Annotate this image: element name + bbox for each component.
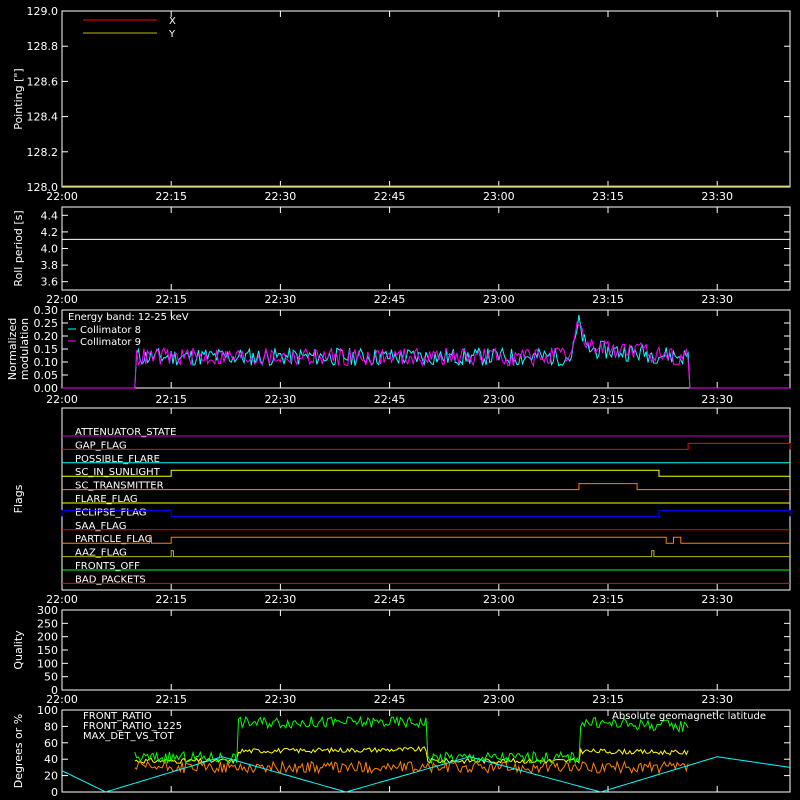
- legend-collimator-8: Collimator 8: [80, 325, 141, 336]
- y-tick-label: 80: [44, 720, 58, 733]
- x-tick-label: 23:30: [701, 190, 733, 203]
- y-tick-label: 128.2: [27, 146, 59, 159]
- legend-geomagnetic-latitude: Absolute geomagnetic latitude: [612, 711, 766, 722]
- y-tick-label: 60: [44, 737, 58, 750]
- x-tick-label: 23:00: [483, 693, 515, 706]
- y-tick-label: 129.0: [27, 5, 59, 18]
- y-tick-label: 40: [44, 753, 58, 766]
- x-tick-label: 23:30: [701, 693, 733, 706]
- y-axis-label: Quality: [12, 630, 25, 670]
- y-tick-label: 20: [44, 770, 58, 783]
- y-tick-label: 0: [51, 786, 58, 799]
- x-tick-label: 22:15: [155, 293, 187, 306]
- y-tick-label: 100: [37, 657, 58, 670]
- x-tick-label: 22:30: [265, 393, 297, 406]
- series-max-det-vs-tot: [134, 760, 689, 775]
- legend-label-x: X: [169, 16, 176, 27]
- y-tick-label: 3.6: [41, 276, 59, 289]
- x-tick-label: 23:15: [592, 393, 624, 406]
- x-tick-label: 23:30: [701, 593, 733, 606]
- modulation-collimator-8: [62, 314, 790, 389]
- y-tick-label: 0.00: [34, 382, 59, 395]
- x-tick-label: 23:15: [592, 293, 624, 306]
- panel-frame: [61, 206, 791, 291]
- flag-line-aaz-flag: [62, 550, 790, 558]
- y-tick-label: 0.25: [34, 317, 59, 330]
- flag-line-eclipse-flag: [61, 509, 791, 517]
- x-tick-label: 22:15: [155, 393, 187, 406]
- y-axis-label: Degrees or %: [12, 714, 25, 788]
- y-tick-label: 0.10: [34, 356, 59, 369]
- y-axis-label: Pointing ["]: [12, 68, 25, 129]
- y-tick-label: 3.8: [41, 259, 59, 272]
- y-tick-label: 0.05: [34, 369, 59, 382]
- y-tick-label: 4.0: [41, 243, 59, 256]
- x-tick-label: 22:45: [374, 593, 406, 606]
- x-tick-label: 22:45: [374, 393, 406, 406]
- x-tick-label: 23:30: [701, 393, 733, 406]
- y-tick-label: 100: [37, 704, 58, 717]
- quicklook-chart: 22:00 22:15 22:30 22:45 23:00 23:15 23:30Point…: [6, 5, 791, 799]
- y-tick-label: 4.4: [41, 209, 59, 222]
- x-tick-label: 22:30: [265, 293, 297, 306]
- x-tick-label: 23:00: [483, 593, 515, 606]
- flag-label-eclipse-flag: ECLIPSE_FLAG: [75, 507, 146, 518]
- y-tick-label: 300: [37, 604, 58, 617]
- x-tick-label: 22:30: [265, 693, 297, 706]
- energy-band-annotation: Energy band: 12-25 keV: [68, 312, 189, 323]
- y-tick-label: 4.2: [41, 226, 59, 239]
- x-tick-label: 22:45: [374, 293, 406, 306]
- x-tick-label: 22:15: [155, 190, 187, 203]
- panel-frame: [61, 609, 791, 691]
- y-tick-label: 128.0: [27, 181, 59, 194]
- y-tick-label: 50: [44, 671, 58, 684]
- flag-line-gap-flag: [62, 442, 791, 450]
- x-tick-label: 23:15: [592, 593, 624, 606]
- x-tick-label: 23:00: [483, 190, 515, 203]
- legend-label-y: Y: [168, 29, 176, 40]
- x-tick-label: 22:45: [374, 190, 406, 203]
- legend-collimator-9: Collimator 9: [80, 337, 141, 348]
- y-tick-label: 150: [37, 644, 58, 657]
- x-tick-label: 22:45: [374, 693, 406, 706]
- flag-line-sc-transmitter: [62, 483, 790, 491]
- x-tick-label: 23:00: [483, 393, 515, 406]
- y-tick-label: 250: [37, 617, 58, 630]
- y-tick-label: 128.6: [27, 75, 59, 88]
- x-tick-label: 22:30: [265, 190, 297, 203]
- y-axis-label: Flags: [12, 484, 25, 513]
- y-tick-label: 0.30: [34, 304, 59, 317]
- legend-max-det-vs-tot: MAX_DET_VS_TOT: [83, 731, 175, 742]
- y-tick-label: 0.15: [34, 343, 59, 356]
- series-front-ratio-1225: [134, 715, 689, 765]
- y-tick-label: 128.8: [27, 40, 59, 53]
- flag-line-particle-flag: [62, 536, 790, 544]
- y-axis-label: Roll period [s]: [12, 210, 25, 286]
- x-tick-label: 22:15: [155, 693, 187, 706]
- y-tick-label: 0.20: [34, 330, 59, 343]
- y-tick-label: 200: [37, 631, 58, 644]
- y-axis-label: Normalizedmodulation: [6, 318, 31, 380]
- x-tick-label: 23:15: [592, 693, 624, 706]
- y-tick-label: 128.4: [27, 111, 59, 124]
- flag-line-sc-in-sunlight: [62, 469, 790, 477]
- x-tick-label: 22:30: [265, 593, 297, 606]
- y-tick-label: 0: [51, 684, 58, 697]
- x-tick-label: 22:15: [155, 593, 187, 606]
- x-tick-label: 23:30: [701, 293, 733, 306]
- x-tick-label: 23:15: [592, 190, 624, 203]
- x-tick-label: 23:00: [483, 293, 515, 306]
